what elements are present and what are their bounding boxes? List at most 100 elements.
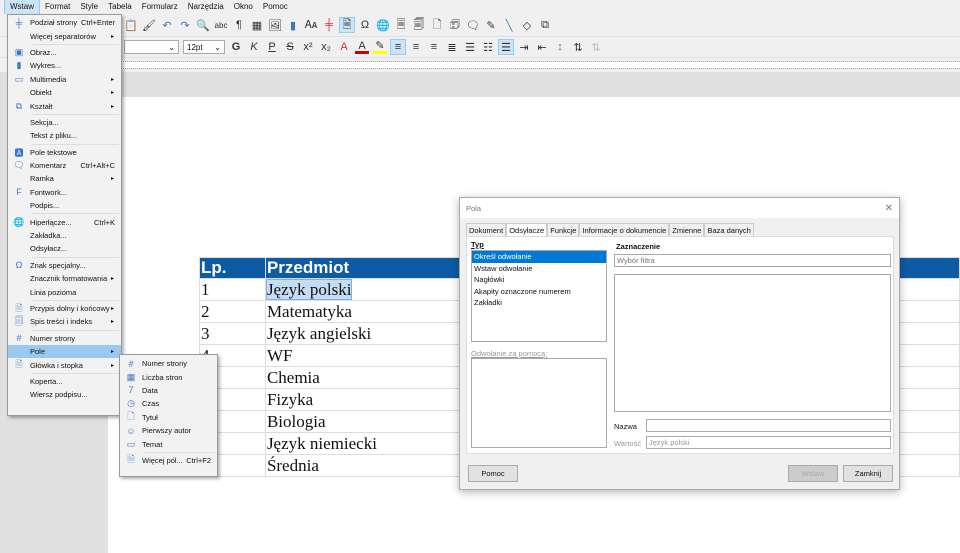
font-size-combo[interactable]: 12pt ⌄: [183, 40, 225, 54]
justify-icon[interactable]: ≣: [445, 40, 459, 54]
italic-icon[interactable]: K: [247, 40, 261, 54]
track-changes-icon[interactable]: ✎: [484, 18, 498, 32]
filter-input[interactable]: [614, 254, 891, 267]
menu-item[interactable]: Ramka ▸: [8, 172, 121, 185]
menu-item[interactable]: 7 Data: [120, 384, 217, 397]
menu-4[interactable]: Formularz: [137, 0, 183, 14]
menu-item[interactable]: 🗎 Więcej pól... Ctrl+F2: [120, 454, 217, 467]
menu-item[interactable]: 🗐 Spis treści i indeks ▸: [8, 315, 121, 328]
menu-item[interactable]: Więcej separatorów ▸: [8, 29, 121, 42]
increase-indent-icon[interactable]: ⇥: [517, 40, 531, 54]
type-list-item[interactable]: Wstaw odwołanie: [472, 263, 606, 275]
line-spacing-icon[interactable]: ↕: [553, 40, 567, 54]
close-icon[interactable]: ✕: [885, 203, 893, 214]
bullet-list-icon[interactable]: ☰: [463, 40, 477, 54]
table-header-cell[interactable]: Lp.: [199, 257, 266, 279]
menu-item[interactable]: Znacznik formatowania ▸: [8, 272, 121, 285]
chart-icon[interactable]: ▮: [286, 18, 300, 32]
menu-item[interactable]: 🗋 Tytuł: [120, 411, 217, 424]
menu-item[interactable]: Ω Znak specjalny...: [8, 259, 121, 272]
close-button[interactable]: Zamknij: [843, 465, 893, 482]
menu-item[interactable]: ▭ Multimedia ▸: [8, 73, 121, 86]
formatting-marks-icon[interactable]: ¶: [232, 18, 246, 32]
decrease-paragraph-spacing-icon[interactable]: ⇅: [589, 40, 603, 54]
menu-item[interactable]: ☺ Pierwszy autor: [120, 424, 217, 437]
shapes-icon[interactable]: ⧉: [538, 18, 552, 32]
font-name-combo[interactable]: ⌄: [124, 40, 179, 54]
page-break-icon[interactable]: ╪: [322, 18, 336, 32]
bold-icon[interactable]: G: [229, 40, 243, 54]
menu-item[interactable]: Linia pozioma: [8, 285, 121, 298]
basic-shapes-icon[interactable]: ◇: [520, 18, 534, 32]
selection-list[interactable]: [614, 274, 891, 412]
type-list-item[interactable]: Nagłówki: [472, 274, 606, 286]
type-list-item[interactable]: Zakładki: [472, 297, 606, 309]
menu-6[interactable]: Okno: [229, 0, 258, 14]
menu-item[interactable]: 🗎 Główka i stopka ▸: [8, 358, 121, 371]
tab-3[interactable]: Informacje o dokumencie: [579, 223, 670, 237]
tab-0[interactable]: Dokument: [466, 223, 507, 237]
bookmark-icon[interactable]: 🗋: [430, 18, 444, 32]
menu-item[interactable]: ▭ Temat: [120, 437, 217, 450]
tab-2[interactable]: Funkcje: [547, 223, 580, 237]
numbered-list-icon[interactable]: ☷: [481, 40, 495, 54]
cross-reference-icon[interactable]: 🗊: [448, 18, 462, 32]
menu-item[interactable]: # Numer strony: [120, 357, 217, 370]
no-list-icon[interactable]: ☰: [498, 39, 514, 55]
redo-icon[interactable]: ↷: [178, 18, 192, 32]
increase-paragraph-spacing-icon[interactable]: ⇅: [571, 40, 585, 54]
menu-item[interactable]: ╪ Podział strony Ctrl+Enter: [8, 16, 121, 29]
superscript-icon[interactable]: x²: [301, 40, 315, 54]
menu-item[interactable]: ▣ Obraz...: [8, 46, 121, 59]
comment-icon[interactable]: 🗨: [466, 18, 480, 32]
menu-item[interactable]: Odsyłacz...: [8, 242, 121, 255]
spelling-icon[interactable]: abc: [214, 18, 228, 32]
line-icon[interactable]: ╲: [502, 18, 516, 32]
menu-item[interactable]: ⧉ Kształt ▸: [8, 99, 121, 112]
type-list-item[interactable]: Akapity oznaczone numerem: [472, 286, 606, 298]
image-icon[interactable]: 🖼: [268, 18, 282, 32]
align-center-icon[interactable]: ≡: [409, 40, 423, 54]
help-button[interactable]: Pomoc: [468, 465, 518, 482]
table-icon[interactable]: ▦: [250, 18, 264, 32]
footnote-icon[interactable]: 🗏: [394, 18, 408, 32]
font-color-icon[interactable]: A: [355, 40, 369, 54]
decrease-indent-icon[interactable]: ⇤: [535, 40, 549, 54]
undo-icon[interactable]: ↶: [160, 18, 174, 32]
menu-2[interactable]: Style: [75, 0, 103, 14]
clone-formatting-icon[interactable]: 🖌: [142, 18, 156, 32]
value-input[interactable]: [646, 436, 891, 449]
menu-3[interactable]: Tabela: [103, 0, 137, 14]
menu-item[interactable]: 🗨 Komentarz Ctrl+Alt+C: [8, 159, 121, 172]
find-replace-icon[interactable]: 🔍: [196, 18, 210, 32]
paste-icon[interactable]: 📋: [124, 18, 138, 32]
menu-item[interactable]: F Fontwork...: [8, 186, 121, 199]
menu-1[interactable]: Format: [40, 0, 75, 14]
menu-item[interactable]: 🌐 Hiperłącze... Ctrl+K: [8, 215, 121, 228]
menu-item[interactable]: ▦ Liczba stron: [120, 370, 217, 383]
menu-item[interactable]: Wiersz podpisu...: [8, 388, 121, 401]
menu-item[interactable]: 🅰 Pole tekstowe: [8, 146, 121, 159]
hyperlink-icon[interactable]: 🌐: [376, 18, 390, 32]
tab-5[interactable]: Baza danych: [704, 223, 754, 237]
align-left-icon[interactable]: ≡: [390, 39, 406, 55]
menu-item[interactable]: Koperta...: [8, 375, 121, 388]
menu-item[interactable]: ▮ Wykres...: [8, 59, 121, 72]
table-cell[interactable]: 1: [199, 278, 266, 301]
insert-field-icon[interactable]: 🗎: [339, 17, 355, 33]
menu-item[interactable]: # Numer strony: [8, 332, 121, 345]
table-cell[interactable]: 2: [199, 300, 266, 323]
underline-icon[interactable]: P: [265, 40, 279, 54]
menu-7[interactable]: Pomoc: [258, 0, 293, 14]
menu-item[interactable]: Obiekt ▸: [8, 86, 121, 99]
ref-using-list[interactable]: [471, 358, 607, 448]
insert-button[interactable]: Wstaw: [788, 465, 838, 482]
endnote-icon[interactable]: 🗐: [412, 18, 426, 32]
type-list[interactable]: Określ odwołanie Wstaw odwołanie Nagłówki A…: [471, 250, 607, 342]
clear-formatting-icon[interactable]: A: [337, 40, 351, 54]
subscript-icon[interactable]: x₂: [319, 40, 333, 54]
strikethrough-icon[interactable]: S: [283, 40, 297, 54]
menu-item[interactable]: Podpis...: [8, 199, 121, 212]
menu-item[interactable]: Sekcja...: [8, 116, 121, 129]
menu-item[interactable]: Tekst z pliku...: [8, 129, 121, 142]
